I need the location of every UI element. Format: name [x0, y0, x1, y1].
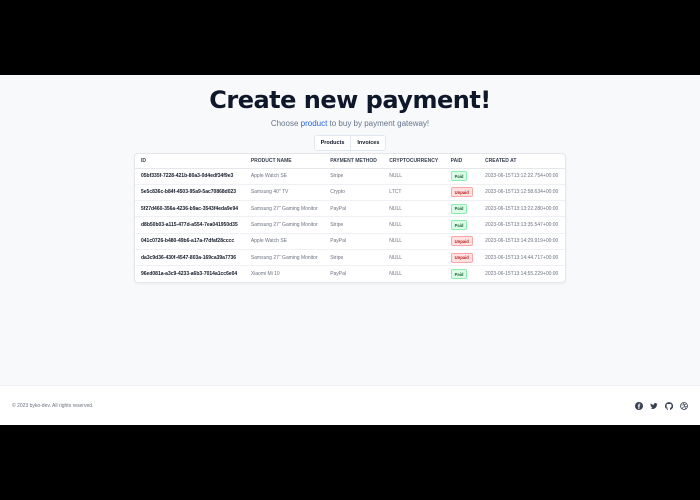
tab-bar: Products Invoices [0, 135, 700, 151]
cell-cryptocurrency: NULL [383, 168, 445, 185]
column-header-created: Created at [479, 154, 565, 169]
status-badge: Unpaid [450, 187, 473, 198]
cell-payment-method: Crypto [324, 184, 384, 202]
column-header-method: Payment method [324, 154, 384, 169]
cell-cryptocurrency: NULL [383, 233, 445, 250]
cell-id: 5f27d460-356a-4236-b9ac-3543f4eda9e94 [135, 200, 245, 218]
cell-product-name: Xiaomi Mi 10 [250, 271, 280, 278]
cell-cryptocurrency: NULL [383, 200, 445, 218]
product-link[interactable]: product [301, 119, 328, 128]
cell-id: d8b50b03-a115-477d-a554-7ea041950d35 [135, 216, 245, 234]
github-icon[interactable] [665, 401, 673, 410]
cell-cryptocurrency: NULL [383, 216, 445, 234]
cell-id: 5e5c836c-b84f-4503-95a9-5ac70868d023 [135, 184, 245, 202]
cell-paid: Paid [444, 200, 480, 218]
cell-created-at: 2023-06-15T13:14:55.229+00:00 [485, 271, 559, 278]
cell-cryptocurrency: NULL [389, 271, 403, 278]
cell-created-at: 2023-06-15T13:13:22.280+00:00 [479, 200, 565, 218]
hero: Create new payment! Choose product to bu… [0, 75, 700, 128]
cell-product-name: Apple Watch SE [244, 168, 325, 185]
cell-cryptocurrency: NULL [383, 249, 445, 267]
table-header-row: ID Product name Payment method Cryptocur… [135, 154, 565, 169]
column-header-id: ID [135, 154, 245, 169]
twitter-icon[interactable] [650, 402, 658, 410]
cell-product-name: Samsung 27" Gaming Monitor [244, 249, 325, 267]
social-links [635, 401, 688, 410]
status-badge: Unpaid [450, 236, 473, 247]
cell-paid: Unpaid [444, 249, 480, 267]
cell-product-name: Samsung 27" Gaming Monitor [244, 216, 325, 234]
cell-payment-method: PayPal [324, 233, 384, 250]
cell-created-at: 2023-06-15T13:14:29.919+00:00 [479, 233, 565, 250]
table-row: 5f27d460-356a-4236-b9ac-3543f4eda9e94 Sam… [135, 200, 565, 218]
cell-id: da3c9d36-430f-4547-803a-169ca39a7736 [135, 249, 245, 267]
facebook-icon[interactable] [635, 401, 643, 410]
cell-paid: Paid [444, 216, 480, 234]
column-header-crypto: Cryptocurrency [383, 154, 445, 169]
cell-id: 041c0726-b480-49b6-a17a-f7dfaf28cccc [135, 233, 245, 250]
tab-invoices[interactable]: Invoices [351, 136, 385, 150]
dribbble-icon[interactable] [680, 401, 688, 410]
payments-table: ID Product name Payment method Cryptocur… [135, 154, 565, 282]
table-row: da3c9d36-430f-4547-803a-169ca39a7736 Sams… [135, 249, 565, 267]
cell-product-name: Samsung 40" TV [244, 184, 325, 202]
cell-created-at: 2023-06-15T13:14:44.717+00:00 [479, 249, 565, 267]
cell-created-at: 2023-06-15T13:13:35.547+00:00 [479, 216, 565, 234]
subtitle-prefix: Choose [270, 119, 301, 128]
cell-cryptocurrency: LTCT [383, 184, 445, 202]
cell-product-name: Apple Watch SE [244, 233, 325, 250]
cell-created-at: 2023-06-15T13:12:58.634+00:00 [479, 184, 565, 202]
status-badge: Paid [450, 220, 468, 231]
column-header-paid: Paid [444, 154, 480, 169]
table-row: 041c0726-b480-49b6-a17a-f7dfaf28cccc Appl… [135, 233, 565, 250]
cell-payment-method: PayPal [324, 200, 384, 218]
table-row: d8b50b03-a115-477d-a554-7ea041950d35 Sams… [135, 216, 565, 234]
cell-paid: Unpaid [444, 233, 480, 250]
status-badge: Paid [450, 269, 468, 280]
cell-paid: Unpaid [444, 184, 480, 202]
cell-paid: Paid [444, 168, 480, 185]
status-badge: Paid [450, 171, 468, 182]
status-badge: Paid [450, 203, 468, 214]
table-body: 05bf335f-7228-421b-80a3-0d4edf34f9e3 Appl… [135, 168, 565, 282]
table-row: 05bf335f-7228-421b-80a3-0d4edf34f9e3 Appl… [135, 168, 565, 185]
app-viewport: Create new payment! Choose product to bu… [0, 75, 700, 425]
cell-id: 05bf335f-7228-421b-80a3-0d4edf34f9e3 [135, 168, 245, 185]
cell-payment-method: Stripe [324, 249, 384, 267]
column-header-product: Product name [244, 154, 325, 169]
tab-products[interactable]: Products [315, 136, 352, 150]
cell-payment-method: PayPal [330, 271, 347, 278]
cell-payment-method: Stripe [324, 168, 384, 185]
copyright-text: © 2023 byko-dev. All rights reserved. [12, 402, 94, 409]
cell-created-at: 2023-06-15T13:12:22.754+00:00 [479, 168, 565, 185]
cell-product-name: Samsung 27" Gaming Monitor [244, 200, 325, 218]
cell-paid: Paid [445, 266, 479, 282]
subtitle-suffix: to buy by payment gateway! [327, 119, 430, 128]
tab-group: Products Invoices [313, 135, 387, 151]
status-badge: Unpaid [450, 252, 473, 263]
cell-id: 96ed081a-a3c9-4233-a6b3-7014a1cc6e04 [141, 271, 238, 278]
cell-payment-method: Stripe [324, 216, 384, 234]
page-subtitle: Choose product to buy by payment gateway… [0, 119, 700, 128]
table-row: 96ed081a-a3c9-4233-a6b3-7014a1cc6e04 Xiao… [135, 266, 565, 282]
payments-table-card: ID Product name Payment method Cryptocur… [134, 153, 566, 283]
footer: © 2023 byko-dev. All rights reserved. [0, 385, 700, 425]
table-row: 5e5c836c-b84f-4503-95a9-5ac70868d023 Sams… [135, 184, 565, 202]
page-title: Create new payment! [209, 86, 491, 114]
